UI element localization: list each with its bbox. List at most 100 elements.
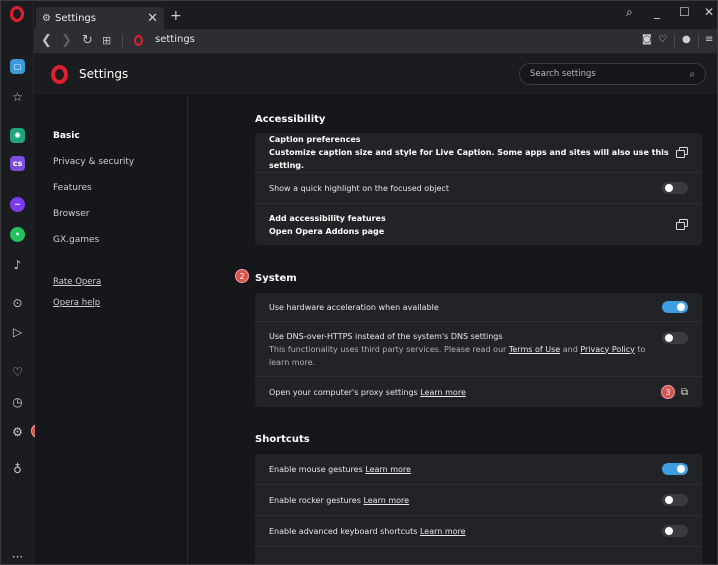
camera-icon[interactable]: ◙ (642, 34, 652, 45)
url-field[interactable]: settings (155, 34, 195, 45)
hw-accel-row: Use hardware acceleration when available (255, 293, 702, 322)
chatsonic-icon[interactable]: cs (10, 156, 25, 171)
keyboard-shortcuts-row: Enable advanced keyboard shortcuts Learn… (255, 516, 702, 547)
whatsapp-icon[interactable]: • (10, 227, 25, 242)
maximize-button[interactable]: ☐ (679, 5, 690, 19)
rocker-learn-more-link[interactable]: Learn more (363, 496, 409, 505)
annotation-badge-3: 3 (660, 385, 675, 399)
rocker-gestures-toggle[interactable] (662, 494, 688, 506)
nav-item-features[interactable]: Features (53, 183, 92, 193)
doh-text: Use DNS-over-HTTPS instead of the system… (269, 330, 662, 369)
rocker-gestures-row: Enable rocker gestures Learn more (255, 485, 702, 516)
history-icon[interactable]: ◷ (10, 394, 25, 409)
hw-accel-toggle[interactable] (662, 301, 688, 313)
easy-setup-icon[interactable]: ≡ (705, 34, 713, 45)
page-title: Settings (79, 67, 129, 81)
forward-icon[interactable]: ❯ (61, 33, 72, 48)
settings-nav: Basic Privacy & security Features Browse… (35, 96, 188, 564)
scrollbar[interactable] (712, 96, 717, 564)
mouse-gestures-row: Enable mouse gestures Learn more (255, 454, 702, 485)
nav-item-basic[interactable]: Basic (53, 131, 80, 141)
keyboard-shortcuts-toggle[interactable] (662, 525, 688, 537)
tabs-grid-icon[interactable]: ⊞ (102, 34, 111, 47)
system-card: Use hardware acceleration when available… (255, 293, 702, 407)
search-box[interactable]: ⌕ (519, 63, 706, 85)
opera-help-link[interactable]: Opera help (53, 298, 100, 308)
open-external-icon[interactable]: ⧉ (681, 387, 688, 398)
tab-strip: ⚙ Settings ✕ + ⌕ _ ☐ ✕ (34, 1, 717, 29)
messenger-icon[interactable]: ~ (10, 197, 25, 212)
browser-window: ▢ ☆ ✺ cs ~ • ♪ ⊙ ▷ ♡ ◷ ⚙ ♁ ··· 1 ⚙ Setti… (0, 0, 718, 565)
tab-search-icon[interactable]: ⌕ (626, 5, 633, 20)
nav-item-privacy[interactable]: Privacy & security (53, 157, 134, 167)
nav-item-gxgames[interactable]: GX.games (53, 235, 99, 245)
addons-title: Add accessibility features (269, 213, 386, 223)
mouse-gestures-toggle[interactable] (662, 463, 688, 475)
close-window-button[interactable]: ✕ (704, 5, 714, 19)
nav-item-browser[interactable]: Browser (53, 209, 89, 219)
keyboard-shortcuts-label: Enable advanced keyboard shortcuts (269, 526, 418, 536)
minimize-button[interactable]: _ (654, 5, 660, 19)
tab-settings[interactable]: ⚙ Settings ✕ (36, 7, 164, 29)
search-icon[interactable]: ⌕ (689, 69, 695, 80)
proxy-label: Open your computer's proxy settings (269, 387, 418, 397)
section-title-accessibility: Accessibility (255, 114, 326, 125)
keyboard-shortcuts-text: Enable advanced keyboard shortcuts Learn… (269, 525, 662, 538)
add-accessibility-row[interactable]: Add accessibility features Open Opera Ad… (255, 204, 702, 245)
privacy-policy-link[interactable]: Privacy Policy (580, 345, 635, 354)
heart-icon[interactable]: ♡ (10, 364, 25, 379)
external-window-icon[interactable] (676, 218, 688, 231)
keyboard-learn-more-link[interactable]: Learn more (420, 527, 466, 536)
caption-desc: Customize caption size and style for Liv… (269, 148, 669, 170)
opera-logo-icon (51, 65, 68, 84)
gear-icon: ⚙ (42, 12, 51, 24)
doh-label: Use DNS-over-HTTPS instead of the system… (269, 331, 503, 341)
focus-highlight-toggle[interactable] (662, 182, 688, 194)
more-icon[interactable]: ··· (10, 549, 25, 564)
tiktok-icon[interactable]: ♪ (10, 257, 25, 272)
doh-description: This functionality uses third party serv… (269, 345, 645, 367)
doh-desc-1: This functionality uses third party serv… (269, 344, 507, 354)
mouse-learn-more-link[interactable]: Learn more (365, 465, 411, 474)
rocker-gestures-text: Enable rocker gestures Learn more (269, 494, 662, 507)
rate-opera-link[interactable]: Rate Opera (53, 277, 101, 287)
doh-to: to (637, 344, 646, 354)
shortcuts-card: Enable mouse gestures Learn more Enable … (255, 454, 702, 564)
focus-highlight-row: Show a quick highlight on the focused ob… (255, 173, 702, 204)
lightbulb-icon[interactable]: ♁ (10, 461, 25, 476)
doh-and: and (562, 344, 578, 354)
bookmarks-icon[interactable]: ☆ (10, 89, 25, 104)
rocker-gestures-label: Enable rocker gestures (269, 495, 361, 505)
mouse-gestures-label: Enable mouse gestures (269, 464, 363, 474)
chatgpt-icon[interactable]: ✺ (10, 128, 25, 143)
settings-content: Accessibility Caption preferences Custom… (189, 96, 714, 564)
doh-row: Use DNS-over-HTTPS instead of the system… (255, 322, 702, 377)
external-window-icon[interactable] (676, 146, 688, 159)
player-icon[interactable]: ⊙ (10, 295, 25, 310)
configure-shortcuts-row[interactable] (255, 547, 702, 564)
terms-of-use-link[interactable]: Terms of Use (509, 345, 560, 354)
new-tab-button[interactable]: + (170, 8, 182, 24)
settings-gear-icon[interactable]: ⚙ (10, 424, 25, 439)
tab-title: Settings (54, 12, 96, 24)
doh-toggle[interactable] (662, 332, 688, 344)
proxy-text: Open your computer's proxy settings Lear… (269, 386, 661, 399)
reload-icon[interactable]: ↻ (82, 33, 93, 48)
heart-bookmark-icon[interactable]: ♡ (658, 34, 667, 45)
address-divider-right-2 (698, 34, 699, 48)
caption-text: Caption preferences Customize caption si… (269, 133, 676, 172)
close-icon[interactable]: ✕ (147, 11, 158, 26)
proxy-learn-more-link[interactable]: Learn more (420, 388, 466, 397)
focus-highlight-label: Show a quick highlight on the focused ob… (269, 183, 449, 193)
account-icon[interactable]: ● (682, 34, 691, 45)
send-icon[interactable]: ▷ (10, 324, 25, 339)
proxy-row[interactable]: Open your computer's proxy settings Lear… (255, 377, 702, 407)
section-title-shortcuts: Shortcuts (255, 434, 310, 445)
annotation-badge-2: 2 (235, 269, 249, 283)
back-icon[interactable]: ❮ (41, 33, 52, 48)
address-bar: ❮ ❯ ↻ ⊞ settings ◙ ♡ ● ≡ (34, 29, 717, 53)
speed-dial-icon[interactable]: ▢ (10, 59, 25, 74)
opera-menu-icon[interactable] (10, 6, 24, 22)
caption-preferences-row[interactable]: Caption preferences Customize caption si… (255, 133, 702, 173)
search-input[interactable] (530, 69, 690, 79)
